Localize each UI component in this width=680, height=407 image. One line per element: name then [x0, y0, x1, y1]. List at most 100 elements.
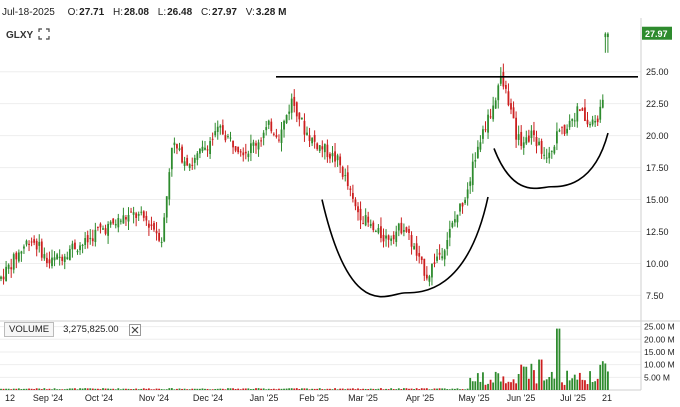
candle-body [306, 132, 308, 135]
volume-bar [262, 388, 265, 390]
volume-bar [563, 384, 566, 390]
volume-bar [293, 388, 296, 390]
volume-bar [193, 388, 196, 390]
volume-bar [227, 388, 229, 390]
volume-bar [474, 381, 477, 390]
low-value: 26.48 [167, 7, 193, 18]
volume-bar [459, 389, 461, 390]
volume-bar [530, 363, 533, 390]
volume-bar [482, 372, 484, 390]
volume-bar [323, 389, 326, 390]
candle-body [109, 221, 112, 225]
volume-bar [507, 381, 510, 390]
close-label: C: [200, 7, 211, 18]
candle-body [403, 230, 405, 232]
volume-bar [418, 389, 421, 390]
candle-body [242, 152, 245, 156]
volume-bar [30, 388, 33, 390]
volume-pane-header: VOLUME 3,275,825.00 [4, 322, 141, 337]
volume-bar [367, 389, 370, 390]
volume-bar [242, 388, 245, 390]
volume-bar [522, 366, 525, 390]
volume-bar [362, 388, 364, 390]
candle-body [244, 151, 247, 154]
candle-body [385, 235, 387, 239]
close-icon[interactable] [128, 323, 141, 336]
candle-body [571, 118, 574, 121]
candle-body [250, 143, 252, 154]
volume-bar [499, 381, 502, 390]
volume-bar [127, 388, 130, 390]
expand-icon[interactable] [38, 28, 50, 40]
candle-body [556, 131, 558, 144]
candle-body [76, 250, 79, 253]
volume-bar [40, 389, 43, 390]
cup-curve [321, 196, 489, 298]
candle-body [86, 235, 89, 243]
candle-body [234, 146, 237, 151]
candle-body [94, 229, 97, 243]
candle-body [272, 133, 275, 135]
volume-bar [102, 388, 104, 390]
volume-bar [561, 382, 563, 390]
volume-bar [10, 389, 13, 390]
volume-bar [558, 328, 561, 390]
candle-body [170, 147, 173, 170]
volume-bar [535, 383, 538, 390]
handle-curve [493, 132, 609, 190]
candle-body [484, 129, 487, 131]
candle-body [145, 215, 148, 221]
candle-body [81, 244, 84, 246]
volume-bar [392, 389, 395, 390]
volume-bar [74, 388, 76, 390]
candle-body [201, 146, 204, 152]
volume-bar [525, 366, 528, 390]
volume-axis-labels: 25.00 M 20.00 M 15.00 M 10.00 M 5.00 M [644, 322, 675, 383]
volume-bar [94, 388, 97, 390]
candle-body [214, 131, 217, 136]
volume-bar [244, 388, 247, 390]
volume-bar [234, 388, 237, 390]
volume-bar [160, 389, 163, 390]
x-tick-label: Jan '25 [250, 393, 279, 403]
candle-body [420, 256, 423, 261]
candle-body [326, 144, 329, 158]
candle-body [512, 107, 515, 119]
volume-bar [247, 388, 250, 390]
candle-body [438, 252, 441, 255]
candle-body [173, 142, 176, 146]
volume-bar [410, 388, 413, 390]
volume-bar [586, 384, 589, 390]
x-tick-label: Oct '24 [85, 393, 113, 403]
y-tick-label: 22.50 [646, 99, 669, 109]
volume-bar [86, 388, 89, 390]
candle-body [160, 241, 163, 243]
candle-body [293, 96, 296, 106]
candle-body [232, 140, 234, 148]
candle-body [520, 131, 523, 146]
volume-bar [135, 388, 138, 390]
volume-bar [543, 380, 546, 390]
candle-body [436, 256, 438, 261]
candle-body [17, 252, 20, 262]
volume-bar [443, 388, 446, 390]
volume-bar [372, 388, 375, 390]
open-value: 27.71 [79, 7, 105, 18]
volume-bar [397, 388, 400, 390]
volume-bar [448, 389, 451, 390]
volume-bar [466, 388, 469, 390]
candles [0, 32, 609, 287]
volume-bar [229, 388, 232, 390]
volume-bar [334, 388, 336, 390]
x-axis-labels: 12 Sep '24 Oct '24 Nov '24 Dec '24 Jan '25 Feb… [5, 393, 612, 403]
volume-bar [515, 383, 517, 390]
candle-body [2, 276, 5, 280]
volume-bar [329, 388, 331, 390]
volume-bar [318, 388, 321, 390]
volume-bar [89, 388, 92, 390]
candle-body [97, 226, 99, 228]
volume-bar [533, 370, 535, 390]
volume-bar [158, 388, 160, 390]
volume-bar [214, 388, 217, 390]
candle-body [505, 84, 507, 89]
